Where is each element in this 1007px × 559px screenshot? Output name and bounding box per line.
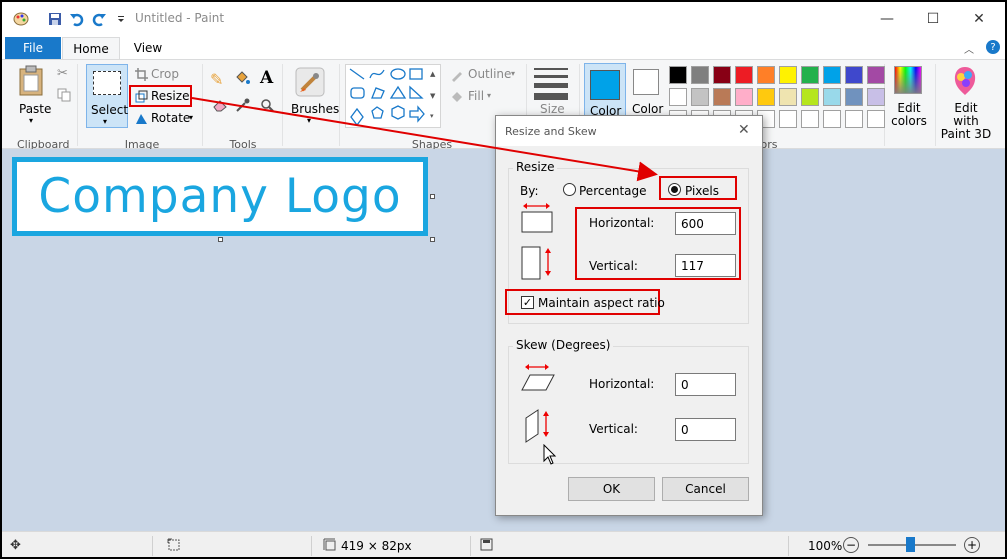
- arrow-to-pixels: [495, 147, 658, 182]
- paint-window: Untitled - Paint — ☐ ✕ File Home View ︿ …: [0, 0, 1007, 559]
- arrow-resize-to-dialog: [191, 97, 497, 149]
- annotation-arrows: [191, 97, 658, 182]
- mouse-cursor-icon: [543, 443, 557, 469]
